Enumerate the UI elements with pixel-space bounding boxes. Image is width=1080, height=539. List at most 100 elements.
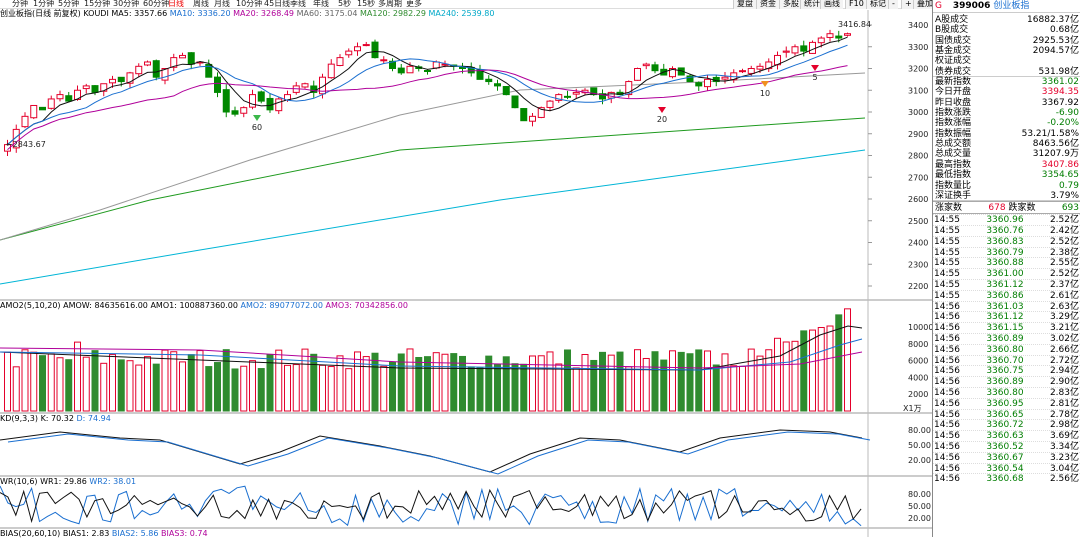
wr1-line bbox=[0, 488, 862, 524]
volume-bar bbox=[91, 350, 99, 412]
volume-bar bbox=[494, 363, 501, 412]
candle bbox=[187, 52, 195, 65]
candle bbox=[240, 107, 248, 114]
toolbar-btn-6[interactable]: 标记 bbox=[866, 0, 889, 9]
candle bbox=[432, 61, 440, 69]
stat-row: 深证换手 3.79% bbox=[933, 190, 1080, 202]
candle bbox=[704, 78, 711, 88]
tick-row: 14:56 3360.89 3.02亿 bbox=[933, 332, 1080, 344]
toolbar-btn-1[interactable]: 资金 bbox=[756, 0, 779, 9]
stat-label: 深证换手 bbox=[935, 190, 972, 201]
volume-bar bbox=[651, 351, 659, 412]
tick-time: 14:56 bbox=[934, 431, 960, 442]
volume-bar bbox=[406, 348, 414, 412]
candle bbox=[327, 63, 335, 79]
volume-bar bbox=[642, 357, 650, 412]
candle bbox=[546, 100, 554, 108]
signal-marker-label: 10 bbox=[760, 89, 770, 98]
tick-amount: 2.94亿 bbox=[1049, 366, 1079, 377]
volume-bar bbox=[625, 366, 633, 412]
panel-header: G 399006 创业板指 bbox=[933, 0, 1080, 13]
ma10-label: MA10: 3336.20 bbox=[169, 9, 231, 18]
volume-tick: 10000 bbox=[908, 323, 932, 332]
price-tick: 3000 bbox=[908, 108, 928, 117]
stat-row: 国债成交 2925.53亿 bbox=[933, 36, 1080, 46]
volume-bar bbox=[791, 340, 799, 412]
candle bbox=[397, 67, 405, 74]
tick-time: 14:55 bbox=[934, 258, 960, 269]
toolbar-btn-7[interactable]: - bbox=[888, 0, 898, 9]
tick-row: 14:56 3360.80 2.83亿 bbox=[933, 386, 1080, 398]
tick-row: 14:56 3360.75 2.94亿 bbox=[933, 365, 1080, 376]
toolbar-btn-5[interactable]: F10 bbox=[845, 0, 867, 9]
candle bbox=[231, 110, 239, 115]
stat-value: -0.20% bbox=[1047, 118, 1079, 129]
volume-bar bbox=[520, 363, 528, 412]
up-label: 涨家数 bbox=[935, 203, 963, 214]
stat-label: 最高指数 bbox=[935, 159, 972, 170]
tick-price: 3360.95 bbox=[986, 398, 1024, 409]
tick-list[interactable]: 14:55 3360.96 2.52亿 14:55 3360.76 2.42亿 14:55 3… bbox=[933, 214, 1080, 484]
tick-amount: 2.37亿 bbox=[1049, 279, 1079, 290]
wr2-line bbox=[0, 485, 862, 527]
volume-bar bbox=[537, 355, 545, 412]
volume-bar bbox=[205, 366, 213, 412]
stat-label: 指数涨幅 bbox=[935, 118, 972, 129]
chart-area[interactable]: 3400 3300 3200 3100 3000 2900 2800 2700 2600 2500… bbox=[0, 0, 932, 537]
volume-bar bbox=[765, 349, 773, 412]
tick-amount: 2.52亿 bbox=[1049, 236, 1079, 247]
stat-value: 0.68亿 bbox=[1049, 25, 1079, 36]
tick-row: 14:55 3360.88 2.55亿 bbox=[933, 257, 1080, 268]
tick-amount: 2.52亿 bbox=[1049, 215, 1079, 226]
wr-tick: 20.00 bbox=[908, 514, 931, 523]
price-tick: 2300 bbox=[908, 260, 928, 269]
volume-bar bbox=[730, 365, 738, 412]
stat-value: 2094.57亿 bbox=[1032, 46, 1079, 57]
tick-time: 14:56 bbox=[934, 409, 960, 420]
candle bbox=[152, 60, 160, 78]
volume-bar bbox=[39, 355, 46, 412]
tick-amount: 3.69亿 bbox=[1049, 431, 1079, 442]
tick-row: 14:56 3360.95 2.81亿 bbox=[933, 397, 1080, 409]
volume-bar bbox=[310, 353, 318, 412]
index-name-label: 创业板指(日线 前复权) bbox=[0, 9, 81, 18]
stat-row: 债券成交 531.98亿 bbox=[933, 66, 1080, 78]
tick-amount: 2.66亿 bbox=[1049, 344, 1079, 355]
stat-row: 今日开盘 3394.35 bbox=[933, 87, 1080, 97]
price-tick: 2800 bbox=[908, 152, 928, 161]
amo3-label: AMO3: 70342856.00 bbox=[325, 301, 408, 310]
volume-bar bbox=[12, 366, 20, 412]
stats-list: A股成交 16882.37亿 B股成交 0.68亿 国债成交 2925.53亿 基金成交 20… bbox=[933, 13, 1080, 202]
kd-tick: 50.00 bbox=[908, 441, 931, 450]
stat-row: 指数涨幅 -0.20% bbox=[933, 118, 1080, 128]
tick-row: 14:56 3360.70 2.72亿 bbox=[933, 354, 1080, 366]
candle bbox=[47, 98, 55, 109]
bias-legend: BIAS(20,60,10) BIAS1: 2.83 BIAS2: 5.86 B… bbox=[0, 528, 208, 539]
candle bbox=[826, 33, 834, 38]
volume-bar bbox=[222, 349, 230, 412]
tick-amount: 3.23亿 bbox=[1049, 452, 1079, 463]
tick-row: 14:56 3360.52 3.34亿 bbox=[933, 440, 1080, 452]
tick-time: 14:56 bbox=[934, 452, 960, 463]
tick-time: 14:55 bbox=[934, 247, 960, 258]
volume-bar bbox=[109, 354, 116, 412]
tick-time: 14:56 bbox=[934, 474, 960, 485]
volume-bar bbox=[809, 329, 816, 412]
volume-bar bbox=[231, 368, 239, 412]
stat-value: 531.98亿 bbox=[1038, 66, 1080, 77]
candle bbox=[56, 94, 64, 100]
tick-amount: 2.83亿 bbox=[1049, 387, 1079, 398]
volume-bar bbox=[774, 337, 781, 412]
candle bbox=[747, 68, 755, 74]
volume-bar bbox=[712, 364, 720, 412]
signal-marker-label: 60 bbox=[252, 123, 262, 132]
toolbar-btn-2[interactable]: 多股 bbox=[779, 0, 802, 9]
volume-bar bbox=[459, 355, 466, 412]
candle bbox=[144, 61, 151, 66]
toolbar-btn-0[interactable]: 复盘 bbox=[733, 0, 756, 9]
volume-bar bbox=[292, 364, 300, 412]
tick-time: 14:56 bbox=[934, 333, 960, 344]
toolbar-btn-4[interactable]: 画线 bbox=[820, 0, 843, 9]
candle bbox=[354, 46, 361, 52]
candle bbox=[82, 85, 90, 90]
